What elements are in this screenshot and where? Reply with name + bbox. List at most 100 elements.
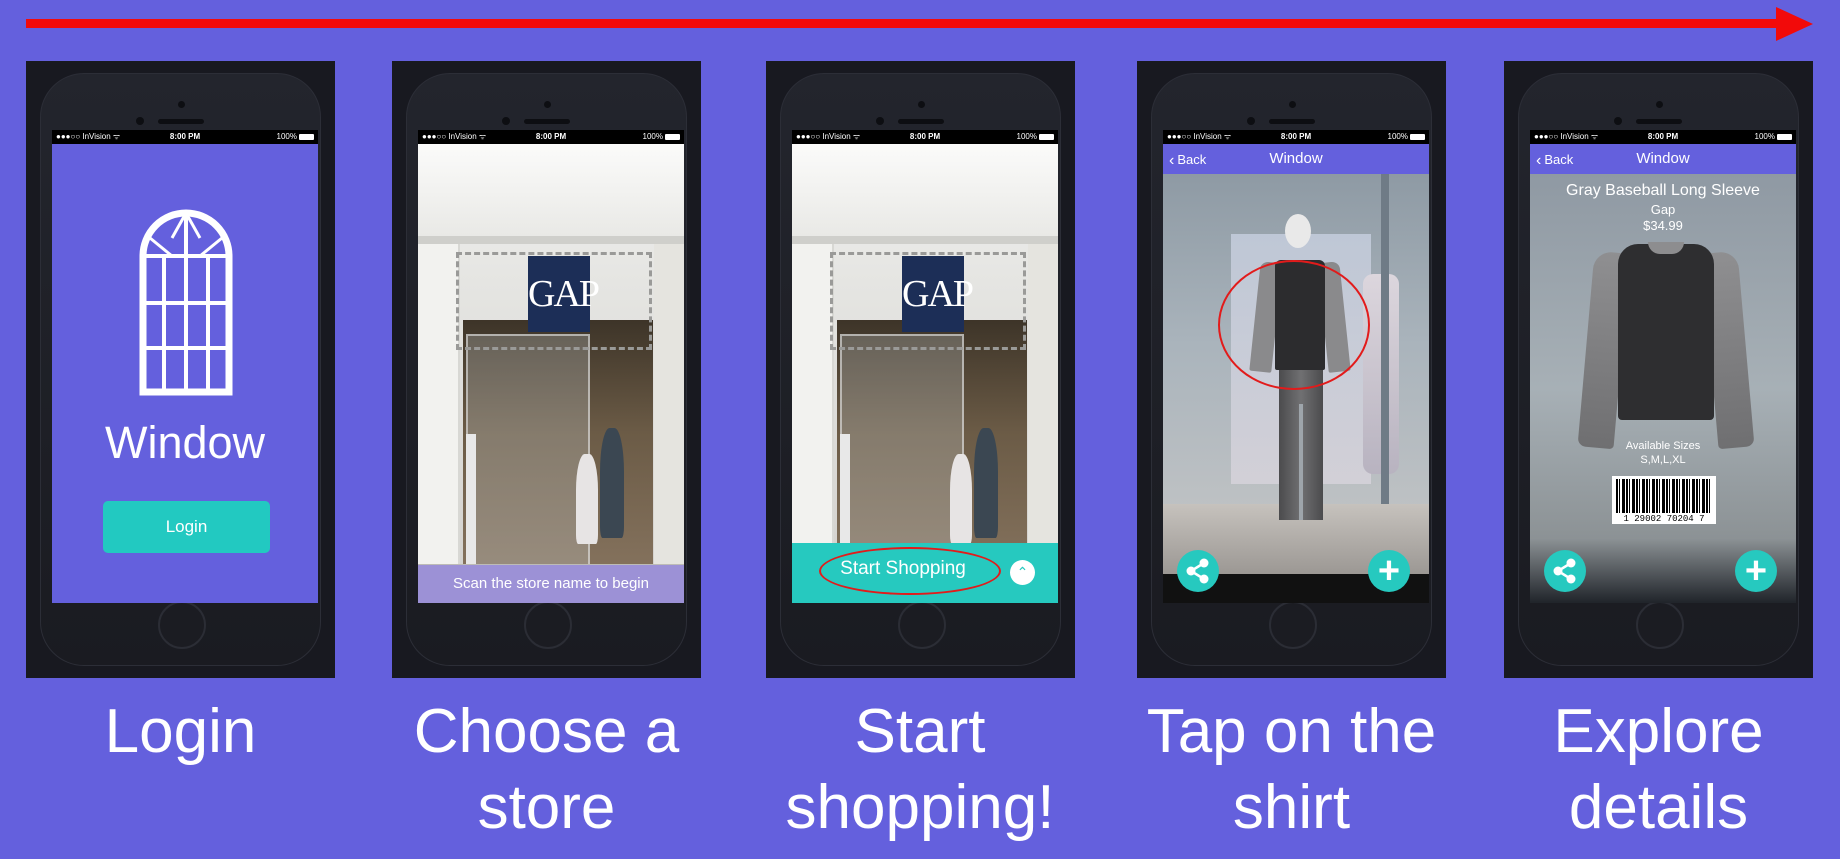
shopper: [576, 454, 598, 544]
scan-target-frame: [456, 252, 652, 350]
share-button[interactable]: [1177, 550, 1219, 592]
step-caption: Tap on the shirt: [1120, 694, 1463, 846]
sensor: [502, 117, 510, 125]
step-caption: Login: [26, 694, 335, 770]
plus-icon: +: [1744, 550, 1768, 592]
store-ceiling: [418, 144, 684, 236]
camera: [543, 101, 551, 108]
store-ceiling: [792, 144, 1058, 236]
battery-indicator: 100%: [1017, 130, 1054, 144]
caption-line: shirt: [1232, 773, 1351, 842]
phone-login: ●●●○○ InVision ᯤ 8:00 PM 100% Window Log…: [26, 61, 335, 678]
camera: [177, 101, 185, 108]
sizes-value: S,M,L,XL: [1640, 454, 1686, 466]
status-bar: ●●●○○ InVision ᯤ 8:00 PM 100%: [418, 130, 684, 144]
product-details-screen: ‹ Back Window Gray Baseball Long Sleeve G…: [1530, 144, 1796, 603]
chevron-up-icon[interactable]: ⌃: [1010, 560, 1035, 585]
share-icon: [1553, 558, 1576, 584]
battery-icon: [1777, 133, 1792, 140]
caption-line: details: [1568, 773, 1749, 842]
store-pillar: [418, 244, 460, 603]
product-brand: Gap: [1650, 202, 1676, 217]
caption-line: Login: [104, 697, 257, 766]
barcode-number: 1 29002 70204 7: [1623, 514, 1705, 524]
sensor: [1247, 117, 1255, 125]
caption-line: Explore: [1553, 697, 1764, 766]
battery-icon: [1039, 133, 1054, 140]
login-button[interactable]: Login: [103, 501, 270, 553]
phone-explore-details: ●●●○○ InVision ᯤ 8:00 PM 100% ‹ Back Wind…: [1504, 61, 1813, 678]
scan-target-frame: [830, 252, 1026, 350]
mannequin-head: [1285, 214, 1311, 248]
app-name: Window: [104, 417, 266, 468]
caption-line: Tap on the: [1146, 697, 1437, 766]
status-bar: ●●●○○ InVision ᯤ 8:00 PM 100%: [792, 130, 1058, 144]
battery-indicator: 100%: [1755, 130, 1792, 144]
step-caption: Start shopping!: [750, 694, 1090, 846]
shopper: [600, 428, 624, 538]
store-window-view[interactable]: +: [1163, 174, 1429, 603]
share-icon: [1186, 558, 1209, 584]
home-button[interactable]: [157, 601, 206, 649]
arrow-head: [1776, 7, 1813, 41]
speaker: [157, 119, 204, 124]
battery-label: 100%: [642, 132, 663, 141]
camera-view[interactable]: GAP Start Shopping ⌃: [792, 144, 1058, 603]
status-bar: ●●●○○ InVision ᯤ 8:00 PM 100%: [1530, 130, 1796, 144]
window-display-screen: ‹ Back Window +: [1163, 144, 1429, 603]
phone-choose-store: ●●●○○ InVision ᯤ 8:00 PM 100% GAP Scan t…: [392, 61, 701, 678]
step-caption: Explore details: [1504, 694, 1813, 846]
battery-label: 100%: [1016, 132, 1037, 141]
battery-icon: [665, 133, 680, 140]
start-shopping-bar[interactable]: Start Shopping ⌃: [792, 543, 1058, 603]
plus-icon: +: [1377, 550, 1401, 592]
battery-indicator: 100%: [643, 130, 680, 144]
nav-title: Window: [1269, 150, 1323, 167]
shopper: [974, 428, 998, 538]
nav-bar: ‹ Back Window: [1163, 144, 1429, 174]
home-button[interactable]: [1268, 601, 1317, 649]
camera: [917, 101, 925, 108]
home-button[interactable]: [1635, 601, 1684, 649]
status-bar: ●●●○○ InVision ᯤ 8:00 PM 100%: [52, 130, 318, 144]
battery-label: 100%: [276, 132, 297, 141]
window-post: [1381, 174, 1389, 544]
speaker: [523, 119, 570, 124]
phone-start-shopping: ●●●○○ InVision ᯤ 8:00 PM 100% GAP Start …: [766, 61, 1075, 678]
home-button[interactable]: [897, 601, 946, 649]
barcode: 1 29002 70204 7: [1612, 476, 1716, 524]
battery-icon: [299, 133, 314, 140]
add-button[interactable]: +: [1368, 550, 1410, 592]
sensor: [876, 117, 884, 125]
caption-line: Choose a: [413, 697, 680, 766]
speaker: [1635, 119, 1682, 124]
login-screen: Window Login: [52, 144, 318, 603]
store-ceiling-edge: [792, 236, 1058, 244]
screen: ●●●○○ InVision ᯤ 8:00 PM 100% ‹ Back Wind…: [1163, 130, 1429, 603]
sensor: [1614, 117, 1622, 125]
highlight-circle: [1218, 260, 1370, 390]
screen: ●●●○○ InVision ᯤ 8:00 PM 100% ‹ Back Wind…: [1530, 130, 1796, 603]
home-button[interactable]: [523, 601, 572, 649]
phone-tap-shirt: ●●●○○ InVision ᯤ 8:00 PM 100% ‹ Back Wind…: [1137, 61, 1446, 678]
product-details: Gray Baseball Long Sleeve Gap $34.99 Ava…: [1530, 174, 1796, 603]
nav-title: Window: [1636, 150, 1690, 167]
shopper: [950, 454, 972, 544]
store-ceiling-edge: [418, 236, 684, 244]
battery-indicator: 100%: [277, 130, 314, 144]
add-button[interactable]: +: [1735, 550, 1777, 592]
speaker: [897, 119, 944, 124]
step-caption: Choose a store: [392, 694, 701, 846]
share-button[interactable]: [1544, 550, 1586, 592]
screen: ●●●○○ InVision ᯤ 8:00 PM 100% GAP Scan t…: [418, 130, 684, 603]
caption-line: shopping!: [785, 773, 1055, 842]
product-shirt: [1618, 244, 1714, 420]
battery-label: 100%: [1754, 132, 1775, 141]
barcode-bars: [1616, 479, 1712, 513]
jeans-gap: [1299, 404, 1303, 520]
arrow-line: [26, 19, 1778, 28]
nav-bar: ‹ Back Window: [1530, 144, 1796, 174]
sizes-label: Available Sizes: [1625, 440, 1701, 452]
camera-view[interactable]: GAP Scan the store name to begin: [418, 144, 684, 603]
speaker: [1268, 119, 1315, 124]
